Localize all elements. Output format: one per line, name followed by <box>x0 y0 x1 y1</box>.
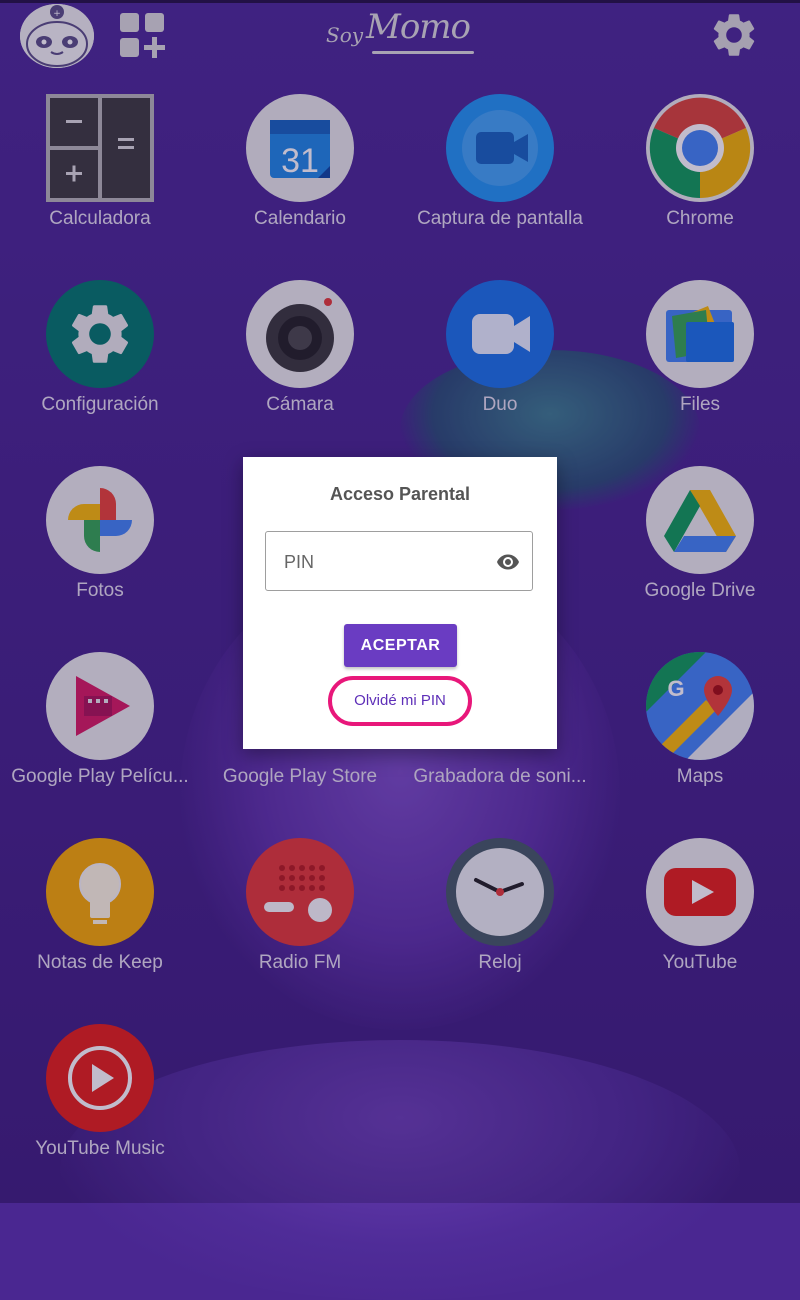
accept-button[interactable]: ACEPTAR <box>344 624 457 667</box>
parental-access-dialog: Acceso Parental ACEPTAR Olvidé mi PIN <box>243 457 557 749</box>
eye-icon[interactable] <box>494 550 522 574</box>
dialog-title: Acceso Parental <box>329 484 471 504</box>
pin-field <box>265 531 533 592</box>
forgot-pin-link[interactable]: Olvidé mi PIN <box>328 676 472 726</box>
pin-input[interactable] <box>266 532 506 592</box>
